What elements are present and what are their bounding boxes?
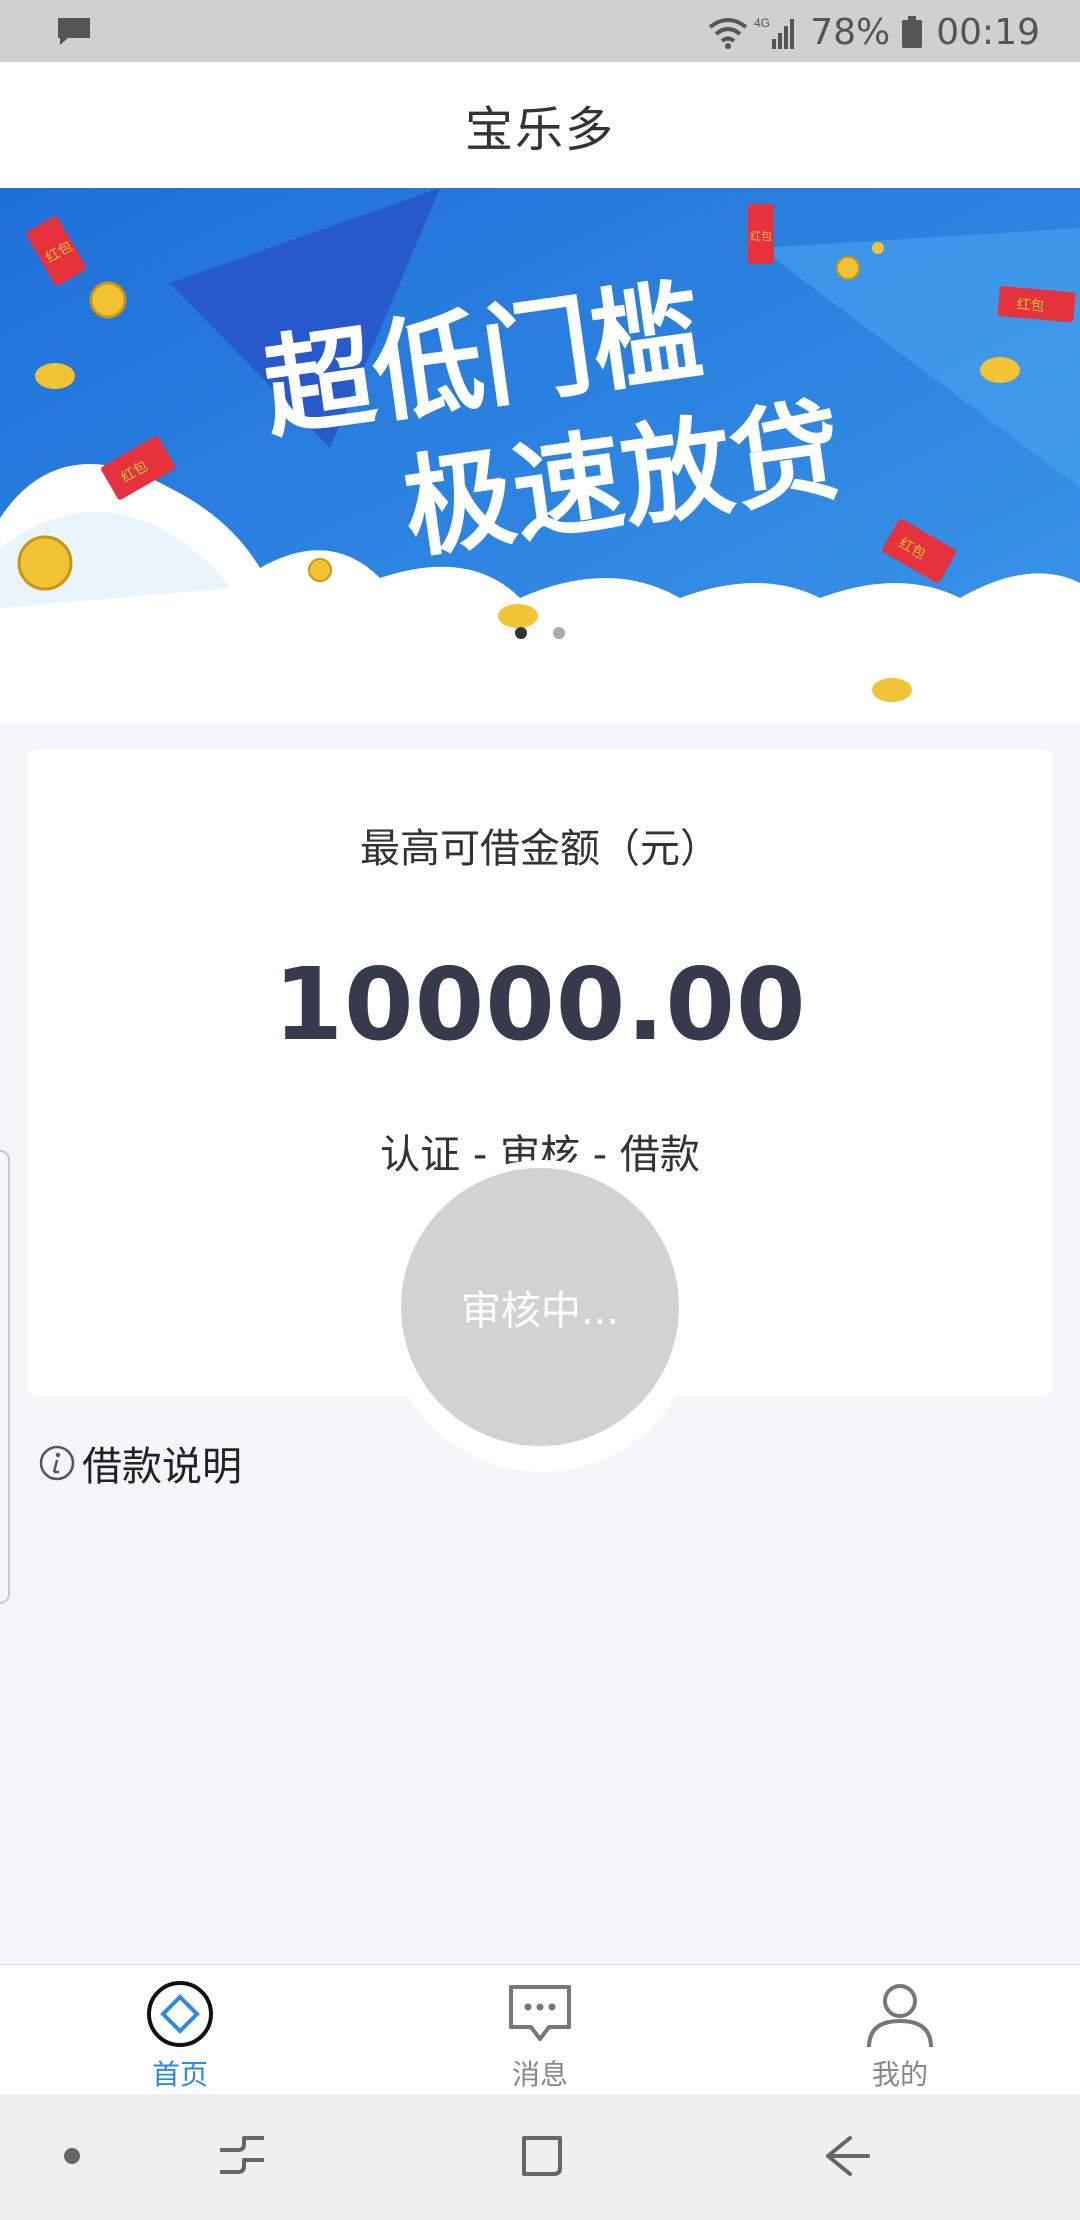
pagination-dot[interactable]	[553, 627, 565, 639]
edge-panel-handle[interactable]	[0, 1150, 10, 1604]
home-diamond-icon	[147, 1981, 213, 2047]
battery-percent: 78%	[810, 11, 891, 53]
gold-ingot-icon	[872, 678, 912, 702]
review-status-button[interactable]: 审核中...	[401, 1168, 679, 1446]
envelope-label: 红包	[750, 230, 772, 243]
home-square-icon[interactable]	[514, 2128, 570, 2184]
tab-messages[interactable]: 消息	[360, 1965, 720, 2095]
gold-coin-icon	[17, 535, 73, 591]
gold-ingot-icon	[980, 357, 1020, 383]
message-bubble-icon	[509, 1985, 571, 2041]
envelope-label: 红包	[1016, 297, 1045, 315]
status-bar: 4G 78% 00:19	[0, 0, 1080, 62]
loan-info-link[interactable]: 借款说明	[38, 1434, 242, 1492]
network-type-label: 4G	[754, 16, 770, 30]
recent-apps-icon[interactable]	[214, 2128, 270, 2184]
tab-home[interactable]: 首页	[0, 1965, 360, 2095]
gold-ingot-icon	[498, 604, 538, 628]
gold-coin-icon	[872, 242, 884, 254]
wifi-icon	[709, 18, 748, 49]
tab-label-messages: 消息	[511, 2058, 568, 2091]
max-loan-amount: 10000.00	[273, 946, 807, 1063]
clock: 00:19	[936, 11, 1040, 53]
page-title: 宝乐多	[464, 102, 615, 158]
gold-ingot-icon	[35, 363, 75, 389]
nav-dot-icon[interactable]	[64, 2148, 80, 2164]
signal-icon: 4G	[754, 16, 795, 49]
promo-banner[interactable]: 超低门槛 极速放贷 红包 红包 红包 红包 红包	[0, 188, 1080, 723]
message-notification-icon	[58, 18, 90, 45]
title-bar: 宝乐多	[0, 62, 1080, 188]
banner-pagination	[0, 627, 1080, 639]
back-arrow-icon[interactable]	[818, 2128, 874, 2184]
gold-coin-icon	[308, 558, 332, 582]
max-loan-label: 最高可借金额（元）	[360, 826, 720, 872]
info-icon	[39, 1445, 75, 1481]
bottom-tab-bar: 首页 消息 我的	[0, 1964, 1080, 2095]
pagination-dot-active[interactable]	[515, 627, 527, 639]
tab-profile[interactable]: 我的	[720, 1965, 1080, 2095]
battery-icon	[902, 16, 923, 48]
loan-info-label: 借款说明	[82, 1444, 242, 1490]
red-envelope-icon: 红包	[748, 204, 774, 264]
tab-label-home: 首页	[151, 2058, 208, 2091]
person-icon	[867, 1984, 933, 2048]
gold-coin-icon	[89, 281, 127, 319]
banner-illustration: 超低门槛 极速放贷 红包 红包 红包 红包 红包	[0, 188, 1080, 723]
gold-coin-icon	[836, 256, 860, 280]
tab-label-profile: 我的	[871, 2058, 928, 2091]
